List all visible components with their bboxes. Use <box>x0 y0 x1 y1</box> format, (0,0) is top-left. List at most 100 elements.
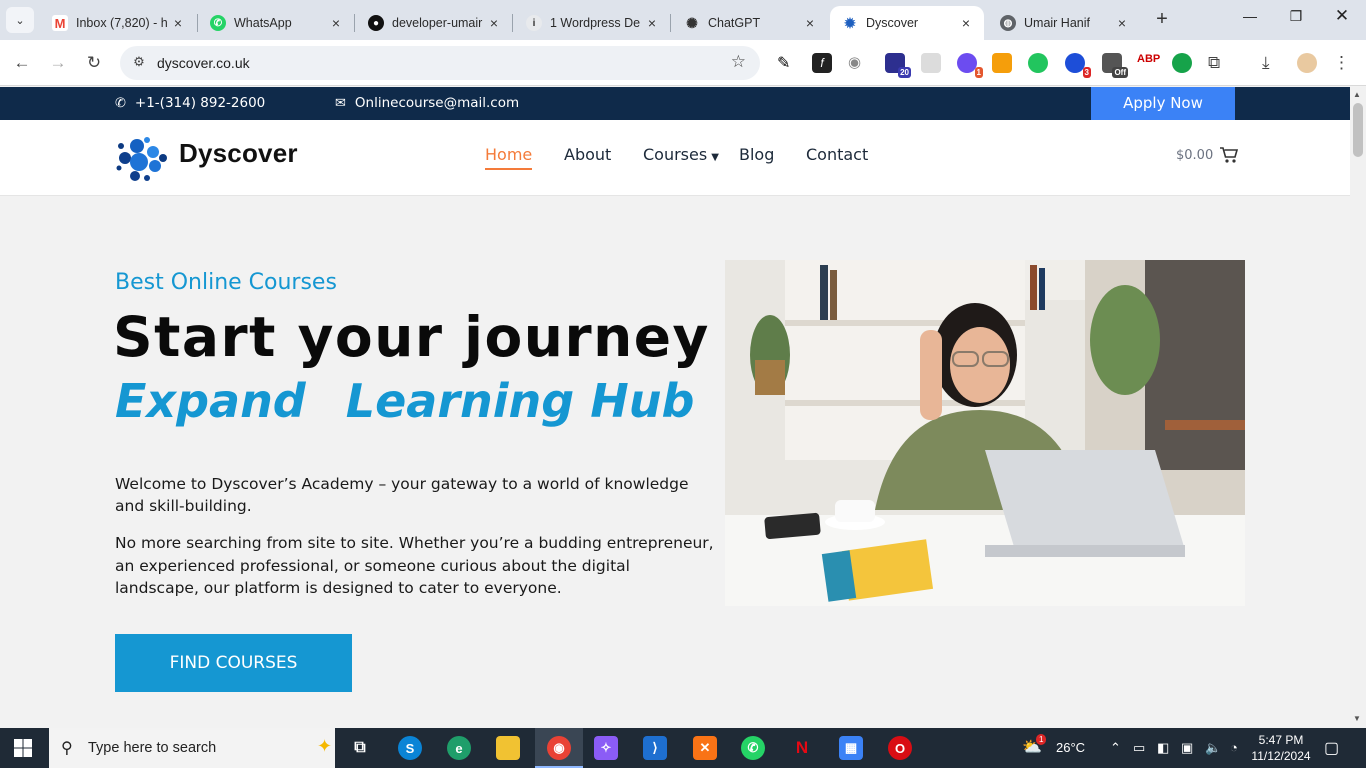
tab-chatgpt[interactable]: ✺ ChatGPT × <box>672 6 828 40</box>
vscode-icon[interactable]: ⟩ <box>643 736 667 760</box>
scrollbar-thumb[interactable] <box>1353 103 1363 157</box>
restore-button[interactable]: ❐ <box>1276 8 1316 25</box>
fonts-extension-icon[interactable]: f <box>812 53 832 73</box>
more-menu-icon[interactable]: ⋮ <box>1333 53 1353 73</box>
chevron-down-icon: ▼ <box>711 152 719 163</box>
download-icon[interactable]: ⤓ <box>1262 53 1282 73</box>
battery-icon[interactable]: ▭ <box>1133 740 1145 756</box>
show-hidden-icons-icon[interactable]: ⌃ <box>1110 740 1121 756</box>
green-extension-icon[interactable] <box>1028 53 1048 73</box>
nav-courses[interactable]: Courses ▼ <box>643 145 719 164</box>
address-bar[interactable]: ⚙ dyscover.co.uk ☆ <box>120 46 760 80</box>
profile-avatar[interactable] <box>1297 53 1317 73</box>
opera-icon[interactable]: O <box>888 736 912 760</box>
bookmark-star-icon[interactable]: ☆ <box>731 52 746 72</box>
tab-gmail[interactable]: M Inbox (7,820) - h × <box>40 6 196 40</box>
tab-separator <box>512 14 513 32</box>
page-scrollbar[interactable]: ▲ ▼ <box>1350 87 1366 728</box>
extension-4-icon[interactable]: Off <box>1102 53 1128 78</box>
windows-start-icon[interactable] <box>14 739 32 757</box>
netflix-icon[interactable]: N <box>790 736 814 760</box>
site-info-icon[interactable]: ⚙ <box>130 54 148 72</box>
meet-now-icon[interactable]: ◧ <box>1157 740 1169 756</box>
tab-separator <box>354 14 355 32</box>
file-explorer-icon[interactable] <box>496 736 520 760</box>
tab-wordpress[interactable]: i 1 Wordpress De × <box>514 6 670 40</box>
tab-separator <box>670 14 671 32</box>
extension-1-icon[interactable]: 20 <box>885 53 911 78</box>
hero-paragraph-2: No more searching from site to site. Whe… <box>115 534 714 597</box>
site-top-bar: ✆ +1-(314) 892-2600 ✉ Onlinecourse@mail.… <box>0 87 1350 120</box>
eyedropper-extension-icon[interactable]: ✎ <box>777 53 797 73</box>
minimize-button[interactable]: — <box>1230 8 1270 24</box>
browser-toolbar: ← → ↻ ⚙ dyscover.co.uk ☆ ✎ f ◉ 20 1 3 Of… <box>0 40 1366 86</box>
nav-blog[interactable]: Blog <box>739 145 774 164</box>
cart-button[interactable]: $0.00 <box>1176 146 1239 164</box>
whatsapp-desktop-icon[interactable]: ✆ <box>741 736 765 760</box>
task-view-icon[interactable]: ⧉ <box>348 736 372 760</box>
close-tab-icon[interactable]: × <box>958 15 974 31</box>
close-tab-icon[interactable]: × <box>644 15 660 31</box>
tab-github[interactable]: ● developer-umair × <box>356 6 512 40</box>
reload-button[interactable]: ↻ <box>83 52 105 74</box>
weather-temperature[interactable]: 26°C <box>1056 740 1085 755</box>
nav-contact[interactable]: Contact <box>806 145 868 164</box>
adblock-extension-icon[interactable]: ABP <box>1137 53 1160 73</box>
close-tab-icon[interactable]: × <box>486 15 502 31</box>
copilot-icon[interactable]: ✧ <box>594 736 618 760</box>
brand-name[interactable]: Dyscover <box>179 138 298 169</box>
edge-icon[interactable]: e <box>447 736 471 760</box>
puzzle-extensions-icon[interactable]: ⧉ <box>1208 53 1228 73</box>
search-icon: ⚲ <box>61 740 73 757</box>
taskbar-search-box[interactable]: ⚲ Type here to search ✦ <box>49 728 335 768</box>
phone-icon: ✆ <box>115 95 126 111</box>
xampp-icon[interactable]: ✕ <box>693 736 717 760</box>
nav-home[interactable]: Home <box>485 145 533 170</box>
hero-subtitle: Expand Learning Hub <box>115 374 695 428</box>
browser-tab-bar: ⌄ M Inbox (7,820) - h × ✆ WhatsApp × ● d… <box>0 0 1366 40</box>
find-courses-button[interactable]: FIND COURSES <box>115 634 352 692</box>
tab-search-button[interactable]: ⌄ <box>6 7 34 33</box>
wifi-icon[interactable]: ◔ <box>1230 740 1238 755</box>
shopping-cart-icon <box>1220 147 1239 163</box>
close-window-button[interactable]: ✕ <box>1322 6 1362 26</box>
clock[interactable]: 5:47 PM 11/12/2024 <box>1248 732 1314 764</box>
close-tab-icon[interactable]: × <box>328 15 344 31</box>
close-tab-icon[interactable]: × <box>1114 15 1130 31</box>
apply-now-button[interactable]: Apply Now <box>1091 87 1235 120</box>
grammar-extension-icon[interactable] <box>1172 53 1192 73</box>
notifications-icon[interactable]: ▢ <box>1324 738 1339 758</box>
url-text[interactable]: dyscover.co.uk <box>157 55 250 71</box>
camera-extension-icon[interactable]: ◉ <box>848 53 868 73</box>
tab-dyscover[interactable]: ✹ Dyscover × <box>830 6 984 40</box>
scroll-up-arrow-icon[interactable]: ▲ <box>1353 90 1361 99</box>
envelope-icon: ✉ <box>335 95 346 111</box>
orange-extension-icon[interactable] <box>992 53 1012 73</box>
phone-contact[interactable]: ✆ +1-(314) 892-2600 <box>115 95 265 111</box>
chrome-icon[interactable]: ◉ <box>547 736 571 760</box>
back-button[interactable]: ← <box>11 52 33 74</box>
volume-icon[interactable]: 🔈 <box>1205 740 1221 756</box>
dyscover-logo-icon[interactable] <box>115 134 169 182</box>
extension-2-icon[interactable]: 1 <box>957 53 983 78</box>
website-viewport: ✆ +1-(314) 892-2600 ✉ Onlinecourse@mail.… <box>0 87 1350 728</box>
tab-whatsapp[interactable]: ✆ WhatsApp × <box>198 6 354 40</box>
nav-about[interactable]: About <box>564 145 611 164</box>
whatsapp-icon: ✆ <box>210 15 226 31</box>
display-icon[interactable]: ▣ <box>1181 740 1193 756</box>
forward-button[interactable]: → <box>47 52 69 74</box>
extension-3-icon[interactable]: 3 <box>1065 53 1091 78</box>
close-tab-icon[interactable]: × <box>802 15 818 31</box>
hero-student-image <box>725 260 1245 606</box>
skype-icon[interactable]: S <box>398 736 422 760</box>
hero-title: Start your journey <box>113 305 710 369</box>
store-icon[interactable]: ▦ <box>839 736 863 760</box>
tab-umair-hanif[interactable]: ◍ Umair Hanif × <box>988 6 1140 40</box>
site-header: Dyscover Home About Courses ▼ Blog Contac… <box>0 120 1350 196</box>
close-tab-icon[interactable]: × <box>170 15 186 31</box>
new-tab-button[interactable]: + <box>1150 8 1174 32</box>
grid-extension-icon[interactable] <box>921 53 941 73</box>
email-contact[interactable]: ✉ Onlinecourse@mail.com <box>335 95 519 111</box>
hero-eyebrow: Best Online Courses <box>115 270 337 295</box>
scroll-down-arrow-icon[interactable]: ▼ <box>1353 714 1361 723</box>
